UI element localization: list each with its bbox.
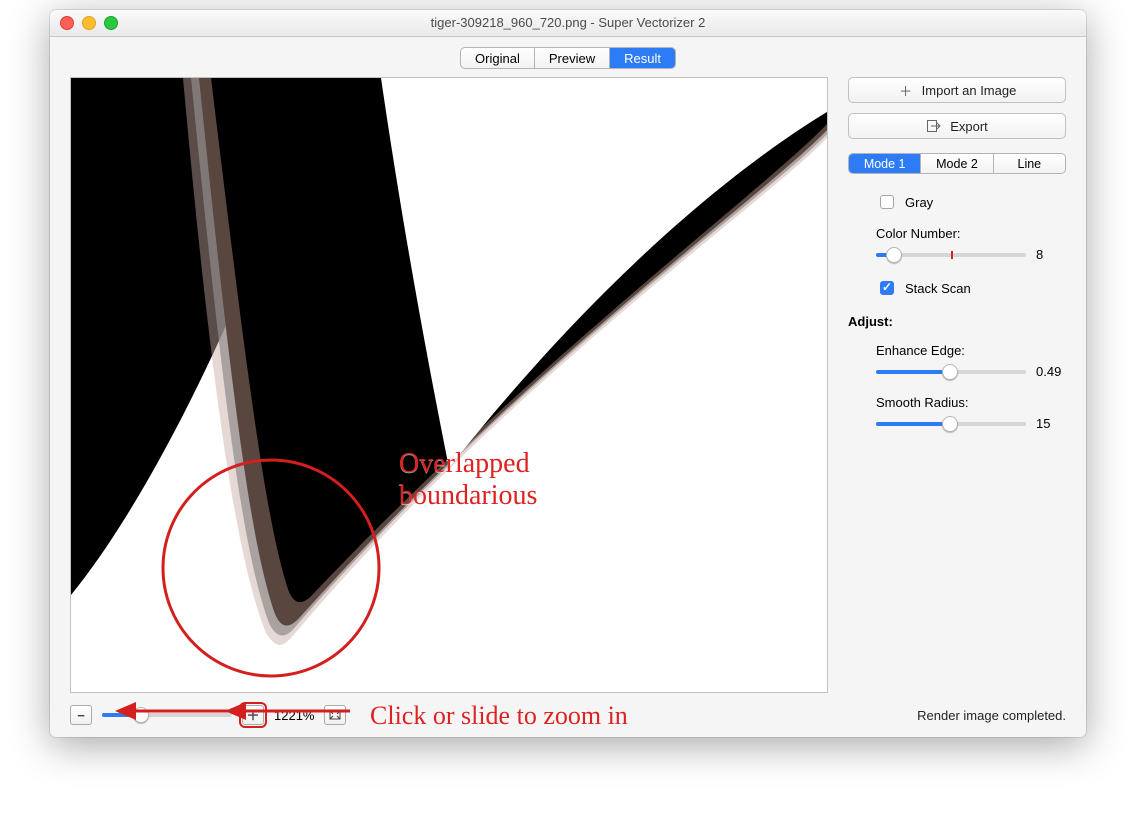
fit-screen-button[interactable] [324, 705, 346, 725]
export-icon [926, 120, 942, 132]
zoom-slider[interactable] [102, 713, 232, 717]
zoom-level: 1221% [274, 708, 314, 723]
import-label: Import an Image [922, 83, 1017, 98]
stack-scan-label: Stack Scan [905, 281, 971, 296]
enhance-edge-slider[interactable] [876, 370, 1026, 374]
preview-canvas[interactable]: Overlapped boundarious [70, 77, 828, 693]
color-number-value: 8 [1036, 247, 1066, 262]
color-number-label: Color Number: [876, 226, 1066, 241]
minimize-icon[interactable] [82, 16, 96, 30]
window-title: tiger-309218_960_720.png - Super Vectori… [50, 10, 1086, 36]
import-button[interactable]: ＋ Import an Image [848, 77, 1066, 103]
annotation-zoom-hint: Click or slide to zoom in [370, 701, 628, 731]
stack-scan-checkbox[interactable] [880, 281, 894, 295]
annotation-overlap: Overlapped boundarious [399, 448, 537, 512]
mode-tabs: Mode 1 Mode 2 Line [848, 153, 1066, 174]
tab-original[interactable]: Original [461, 48, 535, 68]
enhance-edge-value: 0.49 [1036, 364, 1066, 379]
tab-mode2[interactable]: Mode 2 [921, 154, 993, 173]
tab-preview[interactable]: Preview [535, 48, 610, 68]
view-tabs: Original Preview Result [460, 47, 676, 69]
zoom-out-button[interactable]: − [70, 705, 92, 725]
slider-marker-icon [951, 251, 953, 259]
smooth-radius-label: Smooth Radius: [876, 395, 1066, 410]
status-text: Render image completed. [917, 708, 1066, 723]
app-window: tiger-309218_960_720.png - Super Vectori… [50, 10, 1086, 737]
color-number-slider[interactable] [876, 253, 1026, 257]
smooth-radius-value: 15 [1036, 416, 1066, 431]
export-button[interactable]: Export [848, 113, 1066, 139]
sidebar: ＋ Import an Image Export Mode 1 Mode 2 L… [848, 77, 1066, 693]
gray-label: Gray [905, 195, 933, 210]
tab-mode1[interactable]: Mode 1 [849, 154, 921, 173]
plus-icon: ＋ [898, 81, 914, 100]
titlebar: tiger-309218_960_720.png - Super Vectori… [50, 10, 1086, 37]
close-icon[interactable] [60, 16, 74, 30]
zoom-in-button[interactable]: ＋ [242, 705, 264, 725]
enhance-edge-label: Enhance Edge: [876, 343, 1066, 358]
tab-result[interactable]: Result [610, 48, 675, 68]
export-label: Export [950, 119, 988, 134]
smooth-radius-slider[interactable] [876, 422, 1026, 426]
tab-line[interactable]: Line [994, 154, 1065, 173]
adjust-header: Adjust: [848, 314, 1066, 329]
gray-checkbox[interactable] [880, 195, 894, 209]
zoom-icon[interactable] [104, 16, 118, 30]
